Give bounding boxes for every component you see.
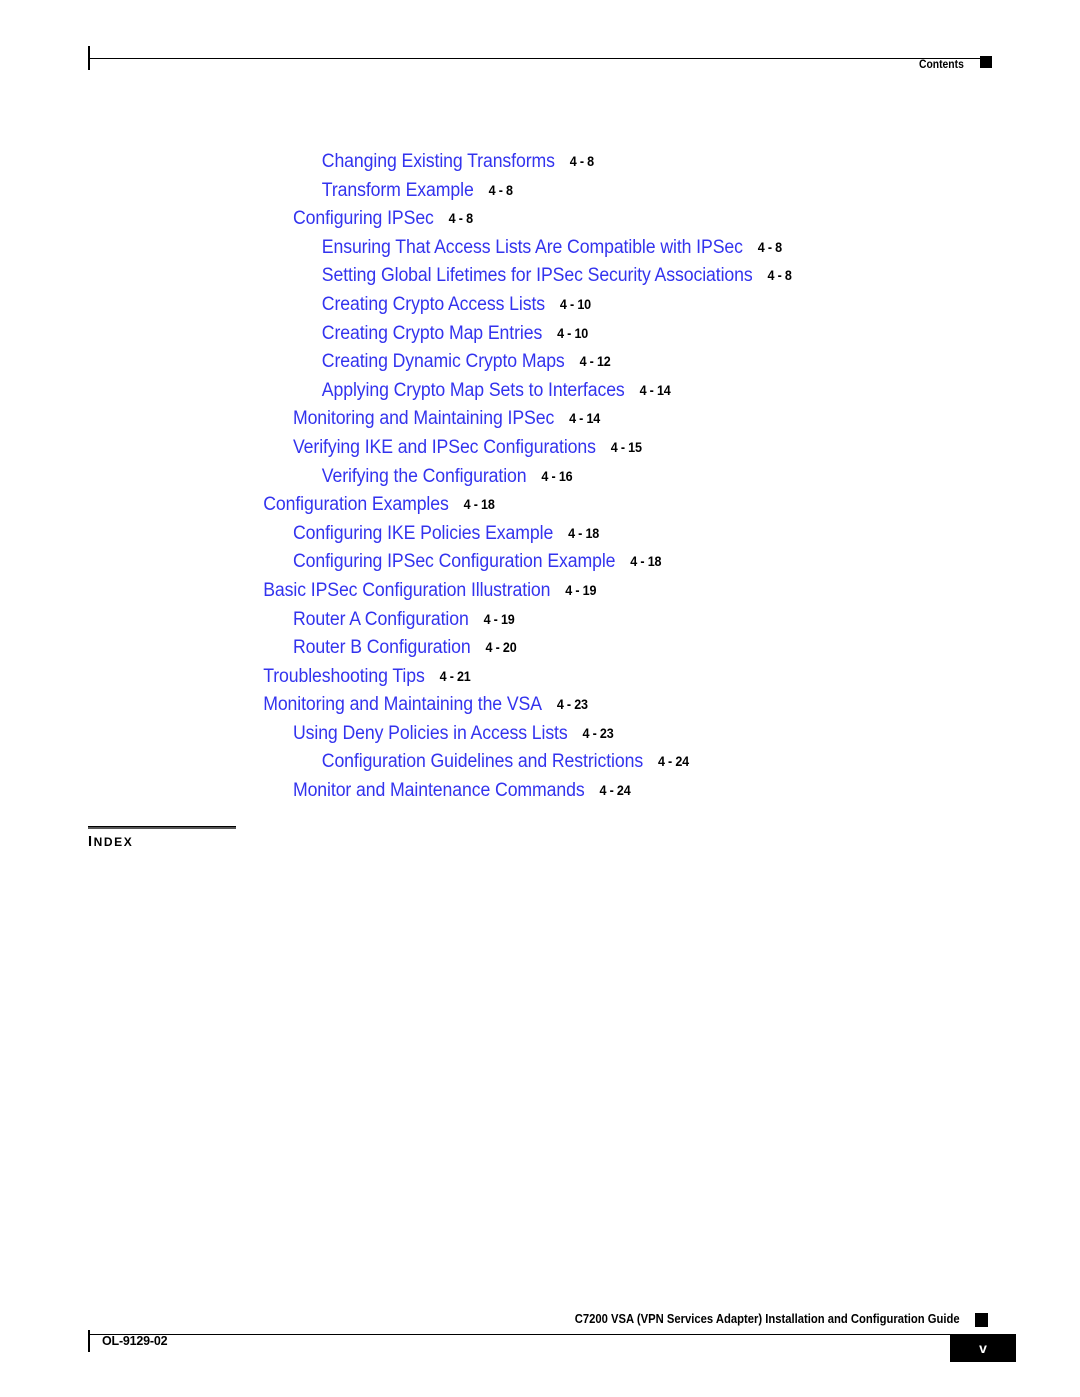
table-of-contents: Changing Existing Transforms 4 - 8 Transfo… <box>0 148 1080 806</box>
footer-guide-title: C7200 VSA (VPN Services Adapter) Install… <box>575 1312 960 1326</box>
index-section: INDEX <box>88 826 308 850</box>
toc-entry-page-number: 4 - 20 <box>485 640 517 656</box>
toc-entry[interactable]: Creating Crypto Access Lists 4 - 10 <box>0 291 1004 320</box>
toc-entry-title: Changing Existing Transforms <box>321 151 555 172</box>
toc-entry[interactable]: Router B Configuration 4 - 20 <box>0 634 1004 663</box>
toc-entry-title: Configuration Examples <box>263 494 449 516</box>
toc-entry-page-number: 4 - 18 <box>568 525 600 541</box>
toc-entry-title: Monitoring and Maintaining IPSec <box>292 408 555 430</box>
toc-entry-page-number: 4 - 14 <box>569 411 601 427</box>
toc-entry-title: Basic IPSec Configuration Illustration <box>263 579 551 601</box>
toc-entry-page-number: 4 - 19 <box>483 611 515 627</box>
toc-entry[interactable]: Setting Global Lifetimes for IPSec Secur… <box>0 262 1004 291</box>
toc-entry-page-number: 4 - 12 <box>579 354 611 370</box>
toc-entry[interactable]: Monitoring and Maintaining IPSec 4 - 14 <box>0 405 1004 434</box>
toc-entry-title: Configuring IPSec <box>292 208 434 230</box>
toc-entry-title: Monitor and Maintenance Commands <box>292 780 585 802</box>
toc-entry-title: Router A Configuration <box>292 608 469 630</box>
toc-entry[interactable]: Configuring IKE Policies Example 4 - 18 <box>0 520 1004 549</box>
toc-entry-page-number: 4 - 18 <box>463 497 495 513</box>
toc-entry-page-number: 4 - 24 <box>657 754 689 770</box>
toc-entry-page-number: 4 - 10 <box>557 325 589 341</box>
toc-entry[interactable]: Troubleshooting Tips 4 - 21 <box>0 663 1004 692</box>
index-label-rest: NDEX <box>93 835 134 849</box>
toc-entry-page-number: 4 - 16 <box>541 468 573 484</box>
toc-entry[interactable]: Router A Configuration 4 - 19 <box>0 606 1004 635</box>
toc-entry[interactable]: Creating Crypto Map Entries 4 - 10 <box>0 320 1004 349</box>
toc-entry[interactable]: Configuring IPSec Configuration Example 4… <box>0 548 1004 577</box>
toc-entry-page-number: 4 - 14 <box>639 382 671 398</box>
toc-entry-page-number: 4 - 23 <box>582 725 614 741</box>
toc-entry-page-number: 4 - 24 <box>599 783 631 799</box>
toc-entry-title: Router B Configuration <box>292 637 471 659</box>
toc-entry-page-number: 4 - 8 <box>569 154 594 169</box>
toc-entry[interactable]: Transform Example 4 - 8 <box>0 177 1004 206</box>
toc-entry-title: Ensuring That Access Lists Are Compatibl… <box>321 236 743 258</box>
toc-entry[interactable]: Monitoring and Maintaining the VSA 4 - 23 <box>0 691 1004 720</box>
toc-entry-title: Configuring IPSec Configuration Example <box>292 551 616 573</box>
toc-entry-title: Creating Dynamic Crypto Maps <box>321 351 565 373</box>
toc-entry[interactable]: Verifying IKE and IPSec Configurations 4 … <box>0 434 1004 463</box>
toc-entry-page-number: 4 - 15 <box>610 439 642 455</box>
toc-entry[interactable]: Applying Crypto Map Sets to Interfaces 4 … <box>0 377 1004 406</box>
toc-entry[interactable]: Monitor and Maintenance Commands 4 - 24 <box>0 777 1004 806</box>
toc-entry-title: Verifying the Configuration <box>321 465 527 487</box>
toc-entry-page-number: 4 - 18 <box>630 554 662 570</box>
toc-entry-page-number: 4 - 8 <box>488 182 513 198</box>
header-label: Contents <box>919 59 964 71</box>
footer-document-id: OL-9129-02 <box>102 1334 168 1348</box>
toc-entry-title: Setting Global Lifetimes for IPSec Secur… <box>321 265 753 287</box>
toc-entry[interactable]: Using Deny Policies in Access Lists 4 - 2… <box>0 720 1004 749</box>
toc-entry-title: Transform Example <box>321 179 474 201</box>
toc-entry[interactable]: Configuration Examples 4 - 18 <box>0 491 1004 520</box>
toc-entry-page-number: 4 - 8 <box>448 211 473 227</box>
toc-entry-page-number: 4 - 21 <box>439 668 471 684</box>
toc-entry-title: Monitoring and Maintaining the VSA <box>263 694 542 716</box>
toc-entry-title: Verifying IKE and IPSec Configurations <box>292 436 596 458</box>
page-header: Contents <box>88 46 992 82</box>
toc-entry-title: Applying Crypto Map Sets to Interfaces <box>321 379 625 401</box>
black-square-icon <box>975 1313 988 1327</box>
index-rule <box>88 826 236 829</box>
toc-entry[interactable]: Configuration Guidelines and Restriction… <box>0 748 1004 777</box>
black-square-icon <box>980 56 992 68</box>
toc-entry-title: Troubleshooting Tips <box>263 665 425 687</box>
index-label[interactable]: INDEX <box>88 834 308 850</box>
toc-entry-title: Configuration Guidelines and Restriction… <box>321 751 644 773</box>
toc-entry-page-number: 4 - 10 <box>559 296 591 312</box>
toc-entry-page-number: 4 - 8 <box>767 268 792 284</box>
footer-page-number: v <box>950 1334 1016 1362</box>
toc-entry-title: Configuring IKE Policies Example <box>292 522 554 544</box>
toc-entry-title: Creating Crypto Access Lists <box>321 293 546 315</box>
footer-left-tick <box>88 1330 90 1352</box>
toc-entry[interactable]: Configuring IPSec 4 - 8 <box>0 205 1004 234</box>
toc-entry[interactable]: Changing Existing Transforms 4 - 8 <box>0 148 1004 177</box>
toc-entry-title: Using Deny Policies in Access Lists <box>292 722 568 744</box>
footer-rule <box>88 1334 972 1335</box>
document-page: Contents Changing Existing Transforms 4 -… <box>0 0 1080 1397</box>
toc-entry-page-number: 4 - 23 <box>556 697 588 713</box>
header-rule <box>88 58 992 59</box>
toc-entry[interactable]: Ensuring That Access Lists Are Compatibl… <box>0 234 1004 263</box>
toc-entry[interactable]: Verifying the Configuration 4 - 16 <box>0 463 1004 492</box>
toc-entry-page-number: 4 - 19 <box>565 582 597 598</box>
toc-entry[interactable]: Creating Dynamic Crypto Maps 4 - 12 <box>0 348 1004 377</box>
toc-entry[interactable]: Basic IPSec Configuration Illustration 4 … <box>0 577 1004 606</box>
toc-entry-page-number: 4 - 8 <box>757 239 782 255</box>
page-footer: C7200 VSA (VPN Services Adapter) Install… <box>88 1312 1016 1372</box>
toc-entry-title: Creating Crypto Map Entries <box>321 322 543 344</box>
